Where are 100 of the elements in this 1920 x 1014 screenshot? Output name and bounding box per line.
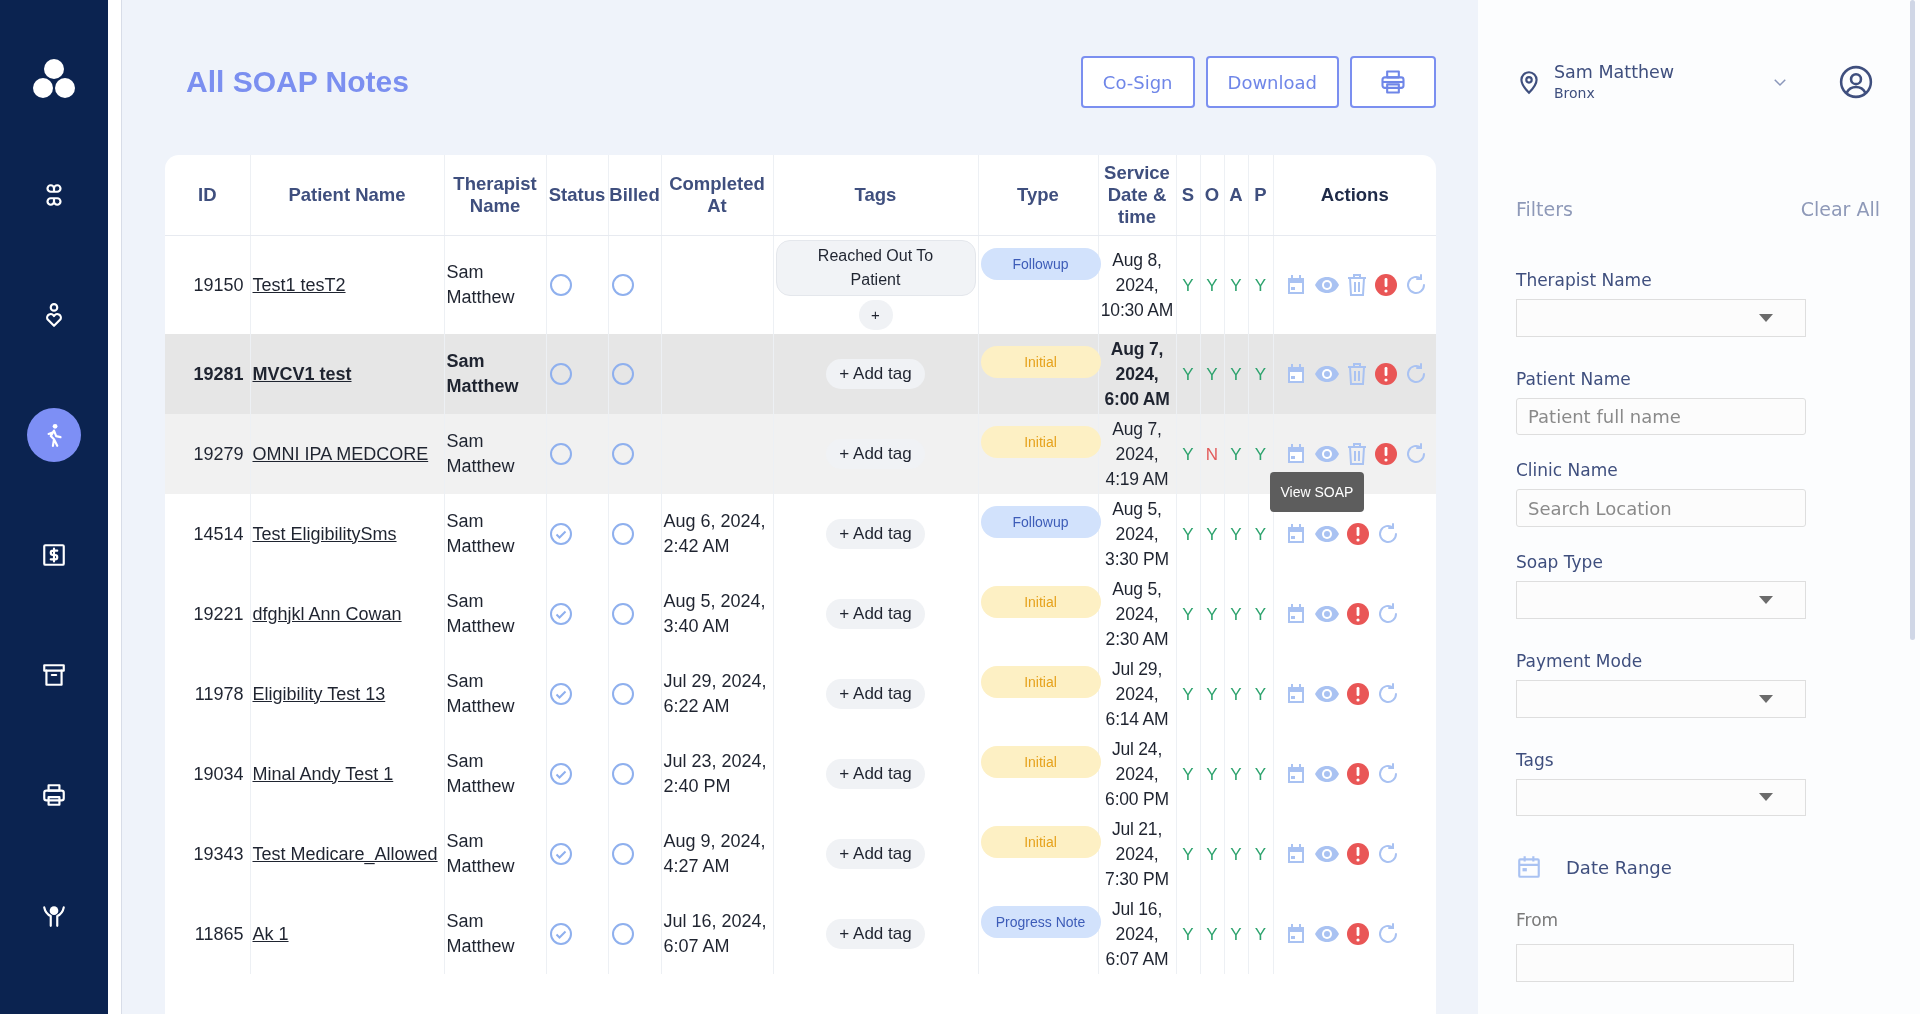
- id-text: 19150: [193, 274, 244, 295]
- patient-link[interactable]: Test Medicare_Allowed: [252, 841, 438, 867]
- soap-letter: Y: [1206, 764, 1218, 784]
- trash-icon[interactable]: [1345, 273, 1368, 297]
- soap-letter: Y: [1206, 924, 1218, 944]
- column-header: Type: [1017, 184, 1059, 205]
- completed-date: Aug 6, 2024, 2:42 AM: [663, 511, 766, 556]
- add-tag-button[interactable]: + Add tag: [826, 519, 925, 549]
- alert-icon[interactable]: [1345, 522, 1370, 546]
- soap-letter: Y: [1206, 275, 1218, 295]
- scrollbar[interactable]: [1910, 0, 1915, 640]
- printer-icon: [1379, 68, 1407, 96]
- add-tag-button[interactable]: + Add tag: [826, 759, 925, 789]
- table-row[interactable]: 19221 dfghjkl Ann Cowan Sam Matthew Aug 5, 2024, 3:40 AM + Add tag Initial Aug 5, 2024, 2:30 AM Y Y Y Y: [165, 574, 1436, 654]
- dropdown-field[interactable]: [1516, 581, 1806, 619]
- user-account-icon[interactable]: [1839, 64, 1873, 99]
- patient-link[interactable]: Minal Andy Test 1: [252, 761, 394, 787]
- dropdown-field[interactable]: [1516, 778, 1806, 817]
- patient-link[interactable]: OMNI IPA MEDCORE: [252, 441, 429, 467]
- soap-letter: Y: [1230, 604, 1242, 624]
- soap-letter: Y: [1230, 764, 1242, 784]
- add-tag-button[interactable]: + Add tag: [826, 919, 925, 949]
- type-badge: Initial: [980, 746, 1101, 778]
- service-date: Jul 21, 2024, 7:30 PM: [1105, 818, 1169, 889]
- nav-item[interactable]: [27, 408, 81, 462]
- therapist-text: Sam Matthew: [446, 751, 515, 796]
- soap-letter: Y: [1182, 924, 1194, 944]
- table-row[interactable]: 19281 MVCV1 test Sam Matthew + Add tag Initial Aug 7, 2024, 6:00 AM Y Y Y Y: [165, 334, 1436, 414]
- field-label: Tags: [1516, 749, 1555, 770]
- soap-letter: Y: [1182, 844, 1194, 864]
- soap-letter: Y: [1182, 524, 1194, 544]
- text-field[interactable]: Search Location: [1516, 489, 1806, 528]
- service-date: Jul 29, 2024, 6:14 AM: [1105, 658, 1169, 729]
- printer-icon: [41, 782, 67, 808]
- add-tag-button[interactable]: + Add tag: [826, 839, 925, 869]
- text-field[interactable]: Patient full name: [1516, 397, 1806, 436]
- completed-date: Jul 16, 2024, 6:07 AM: [663, 911, 767, 956]
- dropdown-field[interactable]: [1516, 679, 1806, 718]
- add-tag-button[interactable]: + Add tag: [826, 359, 925, 389]
- trash-icon[interactable]: [1345, 442, 1368, 466]
- soap-letter: Y: [1230, 275, 1242, 295]
- soap-letter: Y: [1182, 604, 1194, 624]
- therapist-text: Sam Matthew: [446, 591, 515, 636]
- add-tag-button[interactable]: + Add tag: [826, 679, 925, 709]
- column-header: Tags: [854, 184, 897, 205]
- soap-letter: Y: [1206, 604, 1218, 624]
- column-header: Billed: [609, 184, 660, 205]
- patient-link[interactable]: Ak 1: [252, 921, 289, 947]
- soap-letter: Y: [1254, 604, 1267, 624]
- therapist-text: Sam Matthew: [446, 511, 515, 556]
- soap-letter: Y: [1254, 924, 1267, 944]
- soap-letter: Y: [1254, 764, 1267, 784]
- archive-box-icon: [41, 662, 67, 688]
- table-row[interactable]: 11978 Eligibility Test 13 Sam Matthew Jul 29, 2024, 6:22 AM + Add tag Initial Jul 29, 2024, 6:14 AM Y Y Y Y: [165, 654, 1436, 734]
- add-tag-button[interactable]: +: [858, 300, 893, 330]
- soap-letter: Y: [1254, 444, 1267, 464]
- type-badge: Progress Note: [980, 906, 1101, 938]
- table-row[interactable]: 19150 Test1 tesT2 Sam Matthew Reached Out To Patient + Followup Aug 8, 2024, 10:30 AM Y Y Y Y: [165, 235, 1436, 334]
- soap-letter: Y: [1254, 275, 1267, 295]
- completed-date: Aug 9, 2024, 4:27 AM: [663, 831, 766, 876]
- table-row[interactable]: 11865 Ak 1 Sam Matthew Jul 16, 2024, 6:07 AM + Add tag Progress Note Jul 16, 2024, 6:07 AM Y Y Y Y: [165, 894, 1436, 974]
- alert-icon[interactable]: [1373, 273, 1398, 297]
- from-label: From: [1516, 910, 1560, 931]
- tooltip: View SOAP: [1269, 472, 1365, 512]
- id-text: 14514: [193, 523, 244, 544]
- therapist-text: Sam Matthew: [446, 351, 519, 396]
- soap-letter: Y: [1230, 524, 1242, 544]
- field-label: Therapist Name: [1516, 270, 1653, 290]
- table-row[interactable]: 19034 Minal Andy Test 1 Sam Matthew Jul 23, 2024, 2:40 PM + Add tag Initial Jul 24, 2024, 6:00 PM Y Y Y Y: [165, 734, 1436, 814]
- alert-icon[interactable]: [1373, 442, 1398, 466]
- id-text: 11978: [194, 683, 244, 704]
- service-date: Aug 5, 2024, 3:30 PM: [1105, 498, 1169, 569]
- dropdown-field[interactable]: [1516, 299, 1806, 337]
- date-range-label: Date Range: [1566, 856, 1672, 878]
- print-button[interactable]: [1350, 56, 1436, 108]
- service-date: Aug 7, 2024, 6:00 AM: [1104, 338, 1170, 409]
- alert-icon[interactable]: [1345, 682, 1370, 706]
- alert-icon[interactable]: [1345, 602, 1370, 626]
- column-header: S: [1181, 184, 1195, 205]
- patient-link[interactable]: MVCV1 test: [252, 361, 352, 387]
- date-field[interactable]: [1516, 944, 1794, 983]
- patient-link[interactable]: Eligibility Test 13: [252, 681, 386, 707]
- patient-link[interactable]: Test1 tesT2: [252, 272, 346, 298]
- therapist-text: Sam Matthew: [446, 831, 515, 876]
- logo-icon: [31, 58, 77, 100]
- patient-link[interactable]: Test EligibilitySms: [252, 521, 397, 547]
- soap-letter: Y: [1182, 364, 1194, 384]
- service-date: Aug 5, 2024, 2:30 AM: [1105, 578, 1169, 649]
- alert-icon[interactable]: [1345, 842, 1370, 866]
- column-header: Therapist Name: [453, 173, 537, 216]
- patient-link[interactable]: dfghjkl Ann Cowan: [252, 601, 402, 627]
- soap-letter: Y: [1230, 924, 1242, 944]
- dropdown-caret-icon: [1759, 596, 1773, 604]
- alert-icon[interactable]: [1373, 362, 1398, 386]
- alert-icon[interactable]: [1345, 762, 1370, 786]
- dropdown-caret-icon: [1759, 313, 1773, 322]
- alert-icon[interactable]: [1345, 922, 1370, 946]
- add-tag-button[interactable]: + Add tag: [826, 439, 925, 469]
- trash-icon[interactable]: [1345, 362, 1368, 386]
- add-tag-button[interactable]: + Add tag: [826, 599, 925, 629]
